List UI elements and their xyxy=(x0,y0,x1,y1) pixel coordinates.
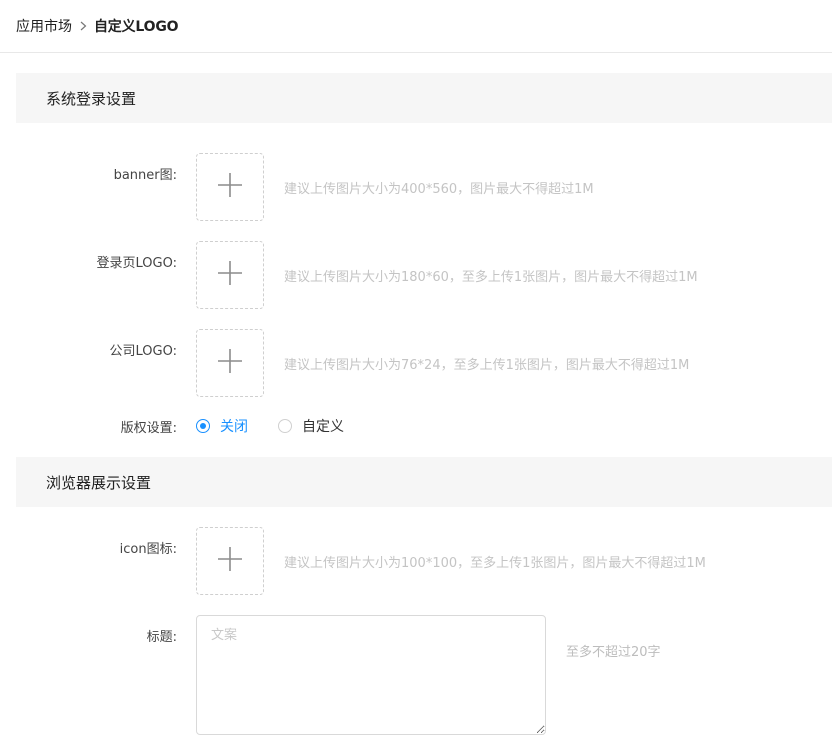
title-hint: 至多不超过20字 xyxy=(566,645,661,660)
radio-unchecked-icon xyxy=(278,419,292,433)
copyright-label: 版权设置: xyxy=(120,421,177,436)
chevron-right-icon xyxy=(80,21,87,31)
company-logo-label: 公司LOGO: xyxy=(109,344,177,359)
copyright-radio-off-label: 关闭 xyxy=(220,419,248,435)
section-title-login: 系统登录设置 xyxy=(46,89,137,108)
company-logo-hint: 建议上传图片大小为76*24，至多上传1张图片，图片最大不得超过1M xyxy=(284,358,690,373)
banner-hint: 建议上传图片大小为400*560，图片最大不得超过1M xyxy=(284,182,594,197)
icon-label: icon图标: xyxy=(119,542,177,557)
plus-icon xyxy=(217,546,243,576)
login-logo-upload-button[interactable] xyxy=(196,241,264,309)
section-header-browser: 浏览器展示设置 xyxy=(16,457,832,507)
icon-hint: 建议上传图片大小为100*100，至多上传1张图片，图片最大不得超过1M xyxy=(284,556,706,571)
plus-icon xyxy=(217,172,243,202)
title-textarea[interactable] xyxy=(196,615,546,735)
icon-upload-button[interactable] xyxy=(196,527,264,595)
banner-label: banner图: xyxy=(113,168,177,183)
copyright-radio-custom[interactable]: 自定义 xyxy=(278,416,344,436)
copyright-radio-custom-label: 自定义 xyxy=(302,419,344,435)
title-textarea-wrap xyxy=(196,615,546,735)
breadcrumb-root-link[interactable]: 应用市场 xyxy=(16,16,72,36)
plus-icon xyxy=(217,348,243,378)
breadcrumb: 应用市场 自定义LOGO xyxy=(0,0,832,53)
plus-icon xyxy=(217,260,243,290)
banner-upload-button[interactable] xyxy=(196,153,264,221)
login-logo-label: 登录页LOGO: xyxy=(96,256,177,271)
section-header-login: 系统登录设置 xyxy=(16,73,832,123)
radio-checked-icon xyxy=(196,419,210,433)
login-logo-hint: 建议上传图片大小为180*60，至多上传1张图片，图片最大不得超过1M xyxy=(284,270,698,285)
copyright-radio-off[interactable]: 关闭 xyxy=(196,416,248,436)
company-logo-upload-button[interactable] xyxy=(196,329,264,397)
title-label: 标题: xyxy=(146,630,177,645)
section-title-browser: 浏览器展示设置 xyxy=(46,473,152,492)
copyright-radio-group: 关闭 自定义 xyxy=(196,415,374,437)
breadcrumb-current: 自定义LOGO xyxy=(94,19,179,35)
